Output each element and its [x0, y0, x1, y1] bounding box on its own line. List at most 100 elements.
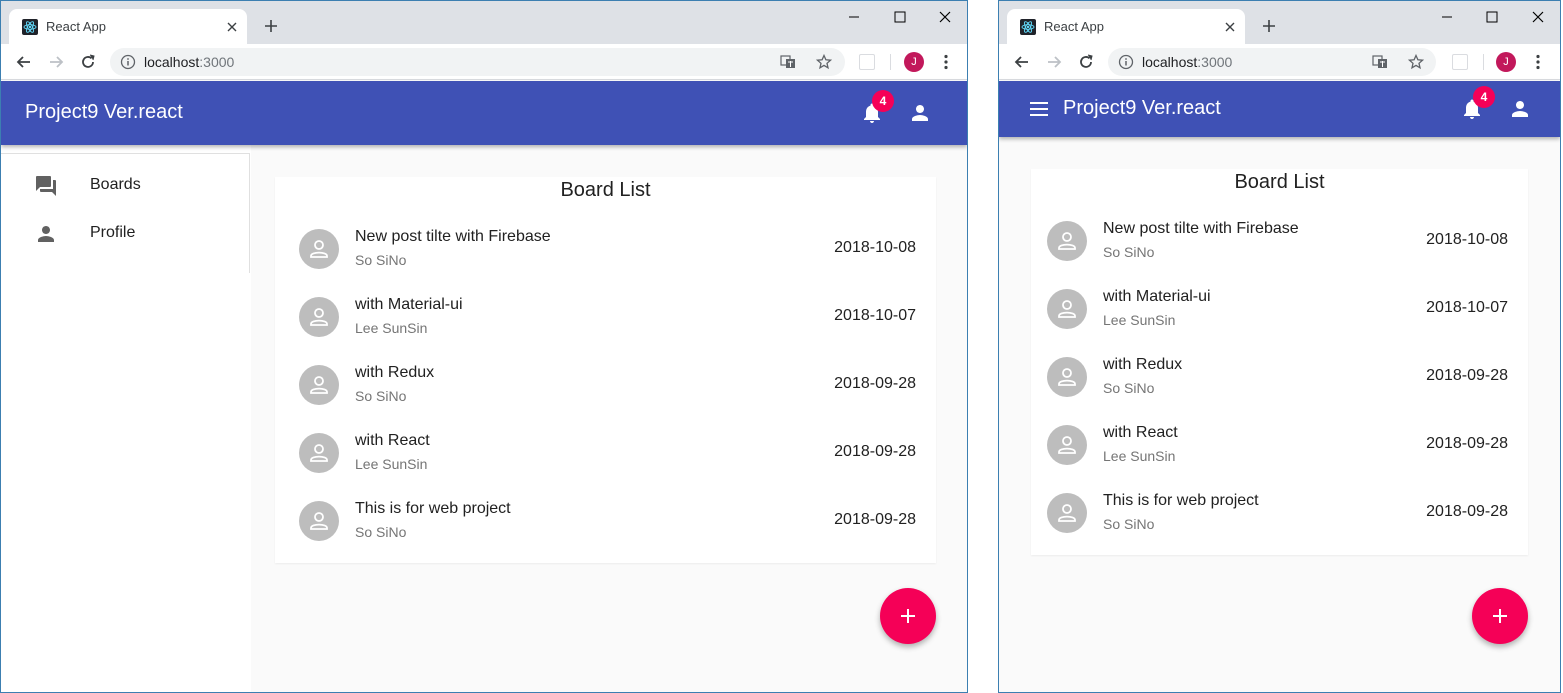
tab-strip: React App — [999, 1, 1560, 44]
post-author: So SiNo — [355, 388, 407, 404]
forward-arrow-icon[interactable] — [46, 52, 66, 72]
post-date: 2018-09-28 — [1426, 435, 1508, 452]
browser-window-narrow: React App localhost:3000 J Project9 Ver.… — [998, 0, 1561, 693]
post-date: 2018-10-07 — [834, 307, 916, 324]
reload-icon[interactable] — [1076, 52, 1096, 72]
board-list-card: Board List New post tilte with Firebase … — [1031, 169, 1528, 555]
star-icon[interactable] — [1408, 54, 1424, 70]
avatar — [299, 501, 339, 541]
app-title: Project9 Ver.react — [1063, 97, 1221, 119]
post-title: This is for web project — [355, 500, 511, 517]
avatar — [299, 433, 339, 473]
browser-tab[interactable]: React App — [9, 9, 247, 44]
post-date: 2018-09-28 — [1426, 367, 1508, 384]
close-window-icon[interactable] — [934, 7, 956, 27]
post-date: 2018-09-28 — [834, 443, 916, 460]
drawer-item-boards[interactable]: Boards — [1, 162, 250, 210]
drawer-item-label: Boards — [90, 176, 141, 193]
account-icon[interactable] — [908, 101, 932, 125]
back-arrow-icon[interactable] — [1012, 52, 1032, 72]
info-icon[interactable] — [120, 54, 136, 70]
post-author: So SiNo — [1103, 380, 1155, 396]
toolbar-separator — [1483, 54, 1484, 70]
react-logo-icon — [22, 19, 38, 35]
avatar — [299, 365, 339, 405]
post-date: 2018-10-08 — [1426, 231, 1508, 248]
more-vert-icon[interactable] — [1529, 53, 1547, 71]
omnibox[interactable]: localhost:3000 — [1108, 48, 1436, 76]
post-title: This is for web project — [1103, 492, 1259, 509]
post-title: New post tilte with Firebase — [1103, 220, 1299, 237]
person-outline-icon — [310, 512, 328, 530]
app-title: Project9 Ver.react — [25, 101, 183, 123]
person-outline-icon — [1058, 368, 1076, 386]
post-title: with React — [355, 432, 430, 449]
list-item[interactable]: New post tilte with Firebase So SiNo 201… — [275, 215, 936, 283]
translate-icon[interactable] — [780, 54, 796, 70]
person-icon — [38, 226, 54, 242]
post-author: Lee SunSin — [355, 456, 428, 472]
browser-tab[interactable]: React App — [1007, 9, 1245, 44]
menu-icon[interactable] — [1027, 97, 1051, 121]
list-item[interactable]: with Material-ui Lee SunSin 2018-10-07 — [275, 283, 936, 351]
maximize-icon[interactable] — [1481, 7, 1503, 27]
forward-arrow-icon[interactable] — [1044, 52, 1064, 72]
person-outline-icon — [1058, 232, 1076, 250]
post-author: So SiNo — [1103, 244, 1155, 260]
minimize-icon[interactable] — [1436, 7, 1458, 27]
add-icon — [1493, 609, 1507, 623]
new-tab-icon[interactable] — [1260, 17, 1278, 35]
board-list-title: Board List — [1234, 171, 1325, 193]
drawer-list: Boards Profile — [1, 153, 250, 273]
list-item[interactable]: This is for web project So SiNo 2018-09-… — [1031, 479, 1528, 547]
post-date: 2018-09-28 — [834, 375, 916, 392]
list-item[interactable]: New post tilte with Firebase So SiNo 201… — [1031, 207, 1528, 275]
post-author: So SiNo — [355, 524, 407, 540]
list-item[interactable]: This is for web project So SiNo 2018-09-… — [275, 487, 936, 555]
page-viewport: Project9 Ver.react 4 Board List New post… — [999, 81, 1560, 692]
star-icon[interactable] — [816, 54, 832, 70]
list-item[interactable]: with Redux So SiNo 2018-09-28 — [1031, 343, 1528, 411]
app-bar: Project9 Ver.react 4 — [1, 81, 967, 145]
post-author: Lee SunSin — [1103, 312, 1176, 328]
back-arrow-icon[interactable] — [14, 52, 34, 72]
avatar — [1047, 289, 1087, 329]
profile-avatar[interactable]: J — [1496, 52, 1516, 72]
notification-badge: 4 — [1473, 86, 1495, 108]
extension-icon[interactable] — [1452, 54, 1468, 70]
person-outline-icon — [310, 308, 328, 326]
profile-avatar[interactable]: J — [904, 52, 924, 72]
list-item[interactable]: with Material-ui Lee SunSin 2018-10-07 — [1031, 275, 1528, 343]
avatar — [1047, 493, 1087, 533]
reload-icon[interactable] — [78, 52, 98, 72]
close-tab-icon[interactable] — [223, 18, 241, 36]
close-window-icon[interactable] — [1527, 7, 1549, 27]
person-outline-icon — [1058, 436, 1076, 454]
translate-icon[interactable] — [1372, 54, 1388, 70]
toolbar-separator — [890, 54, 891, 70]
extension-icon[interactable] — [859, 54, 875, 70]
drawer-item-label: Profile — [90, 224, 136, 241]
post-author: So SiNo — [1103, 516, 1155, 532]
list-item[interactable]: with Redux So SiNo 2018-09-28 — [275, 351, 936, 419]
drawer-item-profile[interactable]: Profile — [1, 210, 250, 258]
add-post-button[interactable] — [880, 588, 936, 644]
close-tab-icon[interactable] — [1221, 18, 1239, 36]
info-icon[interactable] — [1118, 54, 1134, 70]
new-tab-icon[interactable] — [262, 17, 280, 35]
add-post-button[interactable] — [1472, 588, 1528, 644]
tab-strip: React App — [1, 1, 967, 44]
account-icon[interactable] — [1508, 97, 1532, 121]
minimize-icon[interactable] — [843, 7, 865, 27]
url-text: localhost:3000 — [1142, 54, 1233, 70]
omnibox[interactable]: localhost:3000 — [110, 48, 845, 76]
list-item[interactable]: with React Lee SunSin 2018-09-28 — [1031, 411, 1528, 479]
more-vert-icon[interactable] — [937, 53, 955, 71]
person-outline-icon — [310, 444, 328, 462]
post-date: 2018-09-28 — [1426, 503, 1508, 520]
tab-title: React App — [1044, 19, 1104, 34]
list-item[interactable]: with React Lee SunSin 2018-09-28 — [275, 419, 936, 487]
post-title: with React — [1103, 424, 1178, 441]
post-author: Lee SunSin — [1103, 448, 1176, 464]
maximize-icon[interactable] — [889, 7, 911, 27]
